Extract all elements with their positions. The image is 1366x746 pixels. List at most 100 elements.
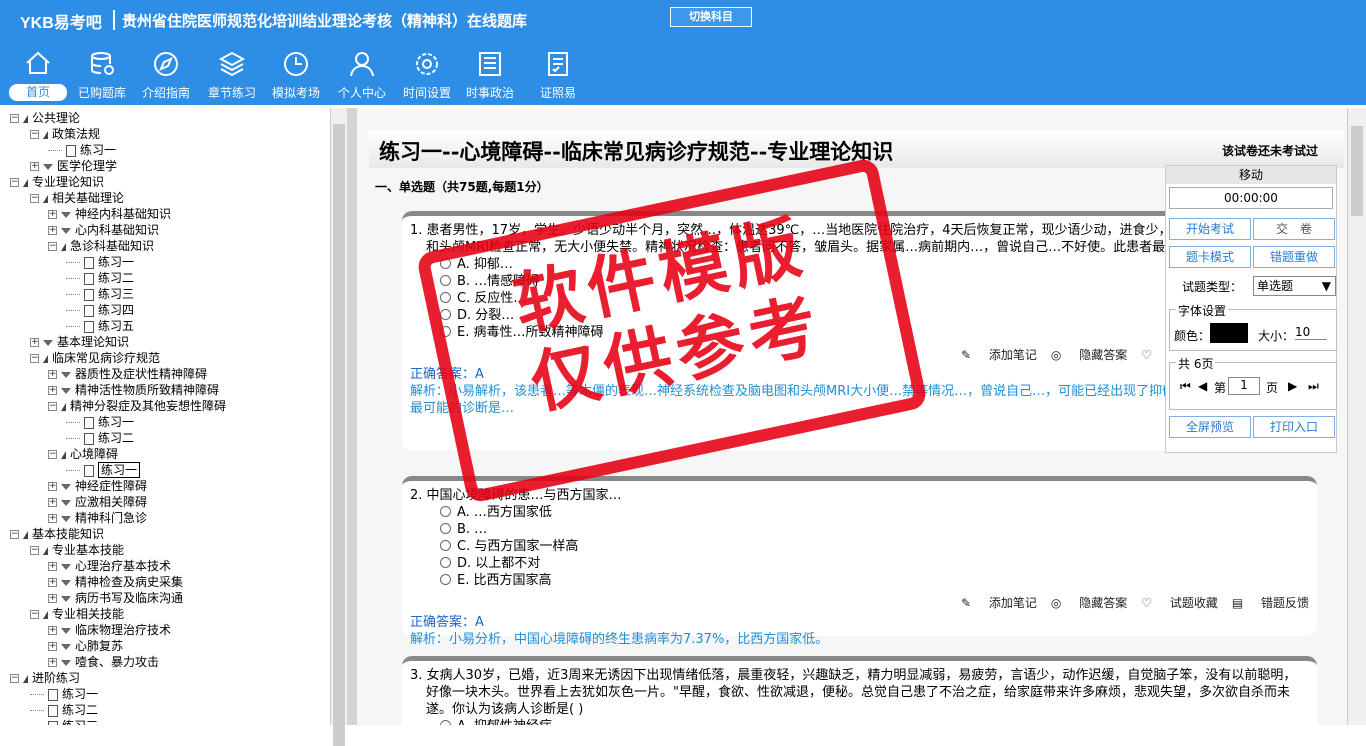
content-scrollbar[interactable] (1347, 108, 1366, 725)
tree-leaf[interactable]: 练习一 (66, 254, 134, 270)
tree-node[interactable]: + 心理治疗基本技术 (48, 558, 171, 574)
nav-news[interactable]: 时事政治 (458, 48, 522, 104)
first-page-icon[interactable]: ⏮ (1180, 379, 1191, 394)
answer-option[interactable]: C. 与西方国家一样高 (440, 538, 1309, 555)
tree-leaf[interactable]: 练习二 (30, 702, 98, 718)
tree-scrollbar[interactable] (330, 108, 347, 746)
tree-node[interactable]: − 急诊科基础知识 (48, 238, 154, 254)
last-page-icon[interactable]: ⏭ (1308, 379, 1319, 394)
nav-compass[interactable]: 介绍指南 (134, 48, 198, 104)
expand-icon[interactable]: + (48, 210, 57, 219)
tree-node[interactable]: − 专业相关技能 (30, 606, 124, 622)
next-page-icon[interactable]: ▶ (1288, 379, 1297, 393)
tree-node[interactable]: + 器质性及症状性精神障碍 (48, 366, 207, 382)
nav-layers[interactable]: 章节练习 (200, 48, 264, 104)
answer-option[interactable]: A. 抑郁性神经症 (440, 718, 1309, 725)
print-button[interactable]: 打印入口 (1253, 416, 1335, 438)
tree-node[interactable]: − 进阶练习 (10, 670, 80, 686)
tree-node[interactable]: − 公共理论 (10, 110, 80, 126)
collapse-icon[interactable]: − (10, 674, 19, 683)
tree-node[interactable]: + 心内科基础知识 (48, 222, 159, 238)
collapse-icon[interactable]: − (48, 450, 57, 459)
collapse-icon[interactable]: − (48, 242, 57, 251)
expand-icon[interactable]: + (48, 626, 57, 635)
fullscreen-button[interactable]: 全屏预览 (1169, 416, 1251, 438)
start-exam-button[interactable]: 开始考试 (1169, 218, 1251, 240)
splitter[interactable] (347, 108, 357, 725)
tree-leaf[interactable]: 练习二 (66, 430, 134, 446)
tree-node[interactable]: − 相关基础理论 (30, 190, 124, 206)
answer-option[interactable]: D. 以上都不对 (440, 555, 1309, 572)
panel-move-handle[interactable]: 移动 (1166, 166, 1336, 184)
expand-icon[interactable]: + (48, 514, 57, 523)
collapse-icon[interactable]: − (30, 546, 39, 555)
expand-icon[interactable]: + (48, 578, 57, 587)
answer-option[interactable]: A. …西方国家低 (440, 504, 1309, 521)
card-mode-button[interactable]: 题卡模式 (1169, 246, 1251, 268)
tree-node[interactable]: − 精神分裂症及其他妄想性障碍 (48, 398, 226, 414)
tree-node[interactable]: + 精神活性物质所致精神障碍 (48, 382, 219, 398)
tree-node[interactable]: − 临床常见病诊疗规范 (30, 350, 160, 366)
question-type-select[interactable]: 单选题 ▼ (1253, 276, 1336, 296)
collapse-icon[interactable]: − (30, 194, 39, 203)
tree-node[interactable]: + 噎食、暴力攻击 (48, 654, 159, 670)
collapse-icon[interactable]: − (30, 130, 39, 139)
tree-leaf[interactable]: 练习一 (66, 414, 134, 430)
tree-leaf[interactable]: 练习三 (66, 286, 134, 302)
tree-leaf[interactable]: 练习三 (30, 718, 98, 725)
expand-icon[interactable]: + (48, 562, 57, 571)
tree-node[interactable]: + 病历书写及临床沟通 (48, 590, 183, 606)
redo-wrong-button[interactable]: 错题重做 (1253, 246, 1335, 268)
nav-checklist[interactable]: 证照易 (526, 48, 590, 104)
collapse-icon[interactable]: − (48, 402, 57, 411)
tree-node[interactable]: + 精神科门急诊 (48, 510, 147, 526)
collapse-icon[interactable]: − (10, 178, 19, 187)
collapse-icon[interactable]: − (10, 530, 19, 539)
nav-database[interactable]: 已购题库 (70, 48, 134, 104)
hide-answer-button[interactable]: ◎ 隐藏答案 (1051, 348, 1127, 362)
expand-icon[interactable]: + (48, 386, 57, 395)
tree-node[interactable]: − 专业基本技能 (30, 542, 124, 558)
switch-subject-button[interactable]: 切换科目 (670, 7, 752, 27)
favorite-button[interactable]: ♡ 试题收藏 (1141, 596, 1218, 610)
tree-leaf[interactable]: 练习一 (48, 142, 116, 158)
tree-leaf[interactable]: 练习一 (66, 462, 141, 478)
content-scrollbar-thumb[interactable] (1351, 126, 1363, 216)
tree-scrollbar-thumb[interactable] (333, 124, 345, 746)
nav-clock[interactable]: 模拟考场 (264, 48, 328, 104)
nav-user[interactable]: 个人中心 (330, 48, 394, 104)
expand-icon[interactable]: + (30, 162, 39, 171)
collapse-icon[interactable]: − (10, 114, 19, 123)
expand-icon[interactable]: + (30, 338, 39, 347)
tree-node[interactable]: − 政策法规 (30, 126, 100, 142)
expand-icon[interactable]: + (48, 642, 57, 651)
expand-icon[interactable]: + (48, 658, 57, 667)
collapse-icon[interactable]: − (30, 354, 39, 363)
tree-node[interactable]: + 精神检查及病史采集 (48, 574, 183, 590)
tree-leaf[interactable]: 练习二 (66, 270, 134, 286)
expand-icon[interactable]: + (48, 226, 57, 235)
prev-page-icon[interactable]: ◀ (1198, 379, 1207, 393)
tree-node[interactable]: − 专业理论知识 (10, 174, 104, 190)
tree-node[interactable]: + 应激相关障碍 (48, 494, 147, 510)
font-color-swatch[interactable] (1210, 323, 1248, 343)
nav-gear[interactable]: 时间设置 (395, 48, 459, 104)
tree-leaf[interactable]: 练习一 (30, 686, 98, 702)
answer-option[interactable]: B. … (440, 521, 1309, 538)
expand-icon[interactable]: + (48, 498, 57, 507)
tree-node[interactable]: − 心境障碍 (48, 446, 118, 462)
tree-node[interactable]: + 医学伦理学 (30, 158, 117, 174)
page-input[interactable]: 1 (1228, 377, 1260, 395)
tree-leaf[interactable]: 练习四 (66, 302, 134, 318)
tree-node[interactable]: + 神经症性障碍 (48, 478, 147, 494)
collapse-icon[interactable]: − (30, 610, 39, 619)
tree-node[interactable]: + 临床物理治疗技术 (48, 622, 171, 638)
tree-node[interactable]: + 心肺复苏 (48, 638, 123, 654)
nav-home[interactable]: 首页 (6, 48, 70, 104)
tree-leaf[interactable]: 练习五 (66, 318, 134, 334)
report-error-button[interactable]: ▤ 错题反馈 (1232, 596, 1309, 610)
tree-node[interactable]: + 神经内科基础知识 (48, 206, 171, 222)
hide-answer-button[interactable]: ◎ 隐藏答案 (1051, 596, 1127, 610)
expand-icon[interactable]: + (48, 370, 57, 379)
expand-icon[interactable]: + (48, 594, 57, 603)
